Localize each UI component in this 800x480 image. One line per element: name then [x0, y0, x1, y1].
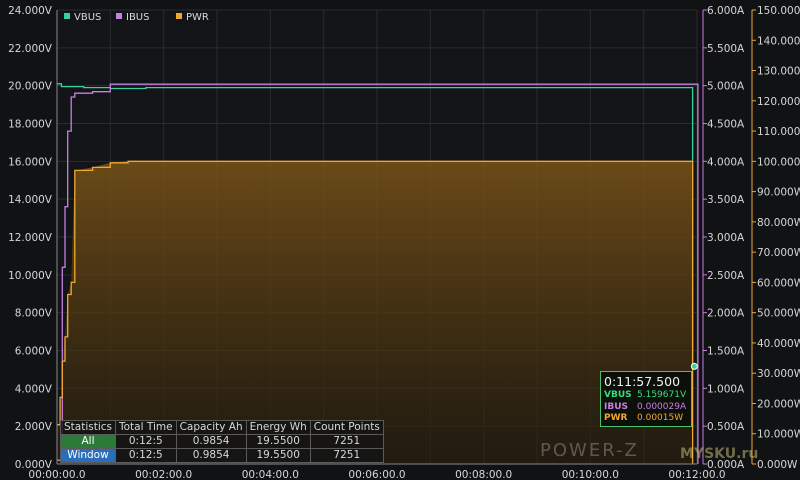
- tooltip-time: 0:11:57.500: [604, 374, 681, 389]
- y-left-tick-label: 2.000V: [15, 421, 53, 433]
- tooltip-value: 0.000029A: [637, 401, 687, 412]
- legend-swatch-pwr: [176, 13, 182, 19]
- stats-cell: 0.9854: [175, 448, 247, 463]
- tooltip-value: 0.00015W: [637, 413, 684, 423]
- y-left-tick-label: 10.000V: [8, 270, 53, 282]
- y-right-tick-label: 50.000W: [757, 308, 800, 320]
- stats-label-all[interactable]: All: [60, 434, 116, 449]
- y-mid-tick-label: 2.500A: [707, 270, 745, 282]
- tooltip-row-ibus: IBUS 0.000029A: [601, 402, 691, 414]
- legend-label-pwr: PWR: [186, 12, 209, 23]
- y-mid-tick-label: 4.500A: [707, 119, 745, 131]
- cursor-tooltip: 0:11:57.500 VBUS 5.159671V IBUS 0.000029A …: [600, 371, 692, 427]
- y-mid-tick-label: 5.500A: [707, 43, 745, 55]
- y-right-tick-label: 0.000W: [757, 459, 798, 471]
- stats-cell: 0:12:5: [115, 434, 177, 449]
- y-mid-tick-label: 2.000A: [707, 308, 745, 320]
- tooltip-key: IBUS: [604, 401, 628, 412]
- stats-row-window: Window 0:12:5 0.9854 19.5500 7251: [60, 448, 384, 463]
- y-right-tick-label: 70.000W: [757, 247, 800, 259]
- y-mid-tick-label: 6.000A: [707, 5, 745, 17]
- stats-cell: 19.5500: [245, 434, 311, 449]
- y-left-tick-label: 4.000V: [15, 383, 53, 395]
- chart-stage: 0.000V 2.000V 4.000V 6.000V 8.000V 10.000V 12.…: [0, 0, 800, 480]
- pwr-area: [57, 161, 693, 465]
- y-right-tick-label: 30.000W: [757, 368, 800, 380]
- y-mid-tick-label: 1.500A: [707, 346, 745, 358]
- x-tick-label: 00:10:00.0: [562, 469, 619, 480]
- stats-cell: 0:12:5: [115, 448, 177, 463]
- y-right-tick-label: 80.000W: [757, 217, 800, 229]
- y-right-tick-label: 140.000W: [757, 35, 800, 47]
- tooltip-key: VBUS: [604, 390, 632, 400]
- stats-header: Statistics: [60, 420, 116, 435]
- tooltip-row-vbus: VBUS 5.159671V: [601, 390, 691, 402]
- stats-header-row: Statistics Total Time Capacity Ah Energy…: [60, 420, 384, 435]
- tooltip-row-pwr: PWR 0.00015W: [601, 413, 691, 425]
- x-tick-label: 00:04:00.0: [242, 469, 299, 480]
- y-right-tick-label: 110.000W: [757, 126, 800, 138]
- y-left-tick-label: 8.000V: [15, 308, 53, 320]
- y-mid-tick-label: 0.500A: [707, 421, 745, 433]
- y-left-tick-label: 6.000V: [15, 346, 53, 358]
- y-left-tick-label: 20.000V: [8, 81, 53, 93]
- stats-cell: 7251: [309, 448, 384, 463]
- x-tick-label: 00:00:00.0: [28, 469, 85, 480]
- y-mid-tick-label: 1.000A: [707, 383, 745, 395]
- x-tick-label: 00:12:00.0: [668, 469, 725, 480]
- y-left-tick-label: 14.000V: [8, 194, 53, 206]
- stats-label-window[interactable]: Window: [60, 448, 116, 463]
- stats-header: Energy Wh: [245, 420, 311, 435]
- stats-cell: 7251: [309, 434, 384, 449]
- y-right-tick-label: 130.000W: [757, 66, 800, 78]
- y-right-tick-label: 100.000W: [757, 156, 800, 168]
- y-right-tick-label: 120.000W: [757, 96, 800, 108]
- y-left-tick-label: 24.000V: [8, 5, 53, 17]
- y-left-tick-label: 12.000V: [8, 232, 53, 244]
- stats-cell: 19.5500: [245, 448, 311, 463]
- y-right-tick-label: 20.000W: [757, 398, 800, 410]
- stats-cell: 0.9854: [175, 434, 247, 449]
- y-left-tick-label: 18.000V: [8, 119, 53, 131]
- stats-header: Total Time: [115, 420, 177, 435]
- watermark-logo: POWER-Z: [540, 440, 639, 461]
- y-mid-tick-label: 3.500A: [707, 194, 745, 206]
- x-tick-label: 00:02:00.0: [135, 469, 192, 480]
- tooltip-value: 5.159671V: [637, 390, 687, 400]
- x-tick-label: 00:06:00.0: [348, 469, 405, 480]
- x-tick-label: 00:08:00.0: [455, 469, 512, 480]
- y-left-tick-label: 16.000V: [8, 156, 53, 168]
- legend-swatch-vbus: [64, 13, 70, 19]
- tooltip-key: PWR: [604, 413, 628, 423]
- legend-label-ibus: IBUS: [126, 12, 149, 23]
- y-right-tick-label: 90.000W: [757, 187, 800, 199]
- legend-label-vbus: VBUS: [74, 12, 101, 23]
- y-right-tick-label: 10.000W: [757, 429, 800, 441]
- y-mid-tick-label: 4.000A: [707, 156, 745, 168]
- stats-row-all: All 0:12:5 0.9854 19.5500 7251: [60, 434, 384, 449]
- y-right-tick-label: 40.000W: [757, 338, 800, 350]
- stats-header: Count Points: [309, 420, 384, 435]
- y-mid-tick-label: 5.000A: [707, 81, 745, 93]
- stats-header: Capacity Ah: [175, 420, 247, 435]
- y-right-tick-label: 60.000W: [757, 277, 800, 289]
- y-right-tick-label: 150.000W: [757, 5, 800, 17]
- cursor-point: [690, 362, 698, 370]
- legend-swatch-ibus: [116, 13, 122, 19]
- watermark-site: MYSKU.ru: [680, 446, 759, 462]
- y-mid-tick-label: 3.000A: [707, 232, 745, 244]
- statistics-table: Statistics Total Time Capacity Ah Energy…: [60, 420, 384, 463]
- y-left-tick-label: 22.000V: [8, 43, 53, 55]
